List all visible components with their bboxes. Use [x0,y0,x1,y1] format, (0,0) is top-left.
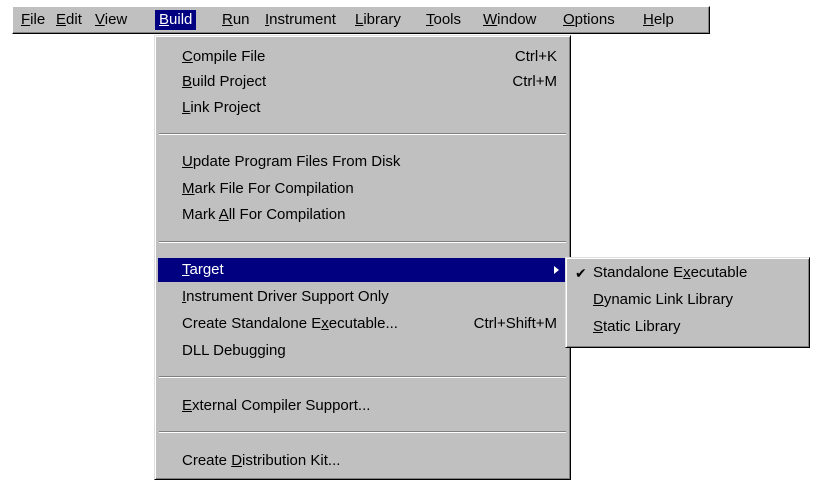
menu-item-build-project-label: Build Project [182,73,267,90]
menu-help-accel: H [643,11,654,28]
menu-instrument-label-rest: nstrument [269,11,336,28]
submenu-arrow-icon [554,266,559,274]
menu-separator [159,376,566,378]
menu-run[interactable]: Run [218,10,254,30]
menu-item-link-project[interactable]: Link Project [158,96,567,120]
submenu-item-dynamic-link-library-label: Dynamic Link Library [593,291,734,308]
menu-view[interactable]: View [91,10,131,30]
target-submenu: ✔ Standalone Executable Dynamic Link Lib… [565,257,810,348]
menu-help-label-rest: elp [653,11,674,28]
menu-item-mark-all-for-compilation-label: Mark All For Compilation [182,206,346,223]
menu-item-instrument-driver-support-only-label: Instrument Driver Support Only [182,288,389,305]
menu-options-label-rest: ptions [574,11,615,28]
menu-help[interactable]: Help [639,10,678,30]
menu-view-label-rest: iew [104,11,128,28]
menu-item-external-compiler-support[interactable]: External Compiler Support... [158,394,567,418]
menu-item-create-distribution-kit[interactable]: Create Distribution Kit... [158,449,567,473]
menu-item-create-standalone-executable-shortcut: Ctrl+Shift+M [473,315,557,332]
menu-item-create-standalone-executable[interactable]: Create Standalone Executable... Ctrl+Shi… [158,312,567,336]
menu-item-dll-debugging-label: DLL Debugging [182,342,286,359]
menu-item-compile-file[interactable]: Compile File Ctrl+K [158,45,567,69]
menu-item-target-label: Target [182,261,224,278]
menu-item-mark-file-for-compilation[interactable]: Mark File For Compilation [158,177,567,201]
menu-file-accel: F [21,11,31,28]
menu-item-instrument-driver-support-only[interactable]: Instrument Driver Support Only [158,285,567,309]
menu-separator [159,241,566,243]
menu-options-accel: O [563,11,575,28]
menu-run-label-rest: un [232,11,250,28]
submenu-item-dynamic-link-library[interactable]: Dynamic Link Library [569,288,806,312]
menu-edit-label-rest: dit [66,11,82,28]
menu-item-update-program-files-label: Update Program Files From Disk [182,153,401,170]
menu-item-update-program-files[interactable]: Update Program Files From Disk [158,150,567,174]
menu-file[interactable]: File [17,10,49,30]
submenu-item-static-library-label: Static Library [593,318,681,335]
submenu-item-standalone-executable[interactable]: ✔ Standalone Executable [569,261,806,285]
menu-bar: File Edit View Build Run Instrument Libr… [12,6,710,34]
menu-item-create-standalone-executable-label: Create Standalone Executable... [182,315,398,332]
menu-separator [159,133,566,135]
menu-window[interactable]: Window [479,10,540,30]
menu-item-external-compiler-support-label: External Compiler Support... [182,397,371,414]
menu-window-label-rest: indow [497,11,537,28]
check-icon: ✔ [575,265,587,281]
menu-item-link-project-label: Link Project [182,99,261,116]
menu-build[interactable]: Build [155,10,197,30]
menu-edit-accel: E [56,11,67,28]
menu-item-target[interactable]: Target [158,258,567,282]
menu-item-create-distribution-kit-label: Create Distribution Kit... [182,452,341,469]
menu-run-accel: R [222,11,233,28]
menu-window-accel: W [483,11,498,28]
menu-item-build-project[interactable]: Build Project Ctrl+M [158,70,567,94]
menu-separator [159,431,566,433]
menu-tools-label-rest: ools [433,11,462,28]
submenu-item-static-library[interactable]: Static Library [569,315,806,339]
menu-library-label-rest: ibrary [363,11,401,28]
menu-item-compile-file-shortcut: Ctrl+K [514,48,557,65]
menu-view-accel: V [95,11,105,28]
menu-library[interactable]: Library [351,10,405,30]
menu-item-compile-file-label: Compile File [182,48,266,65]
menu-instrument[interactable]: Instrument [261,10,340,30]
menu-build-label-rest: uild [169,11,193,28]
submenu-item-standalone-executable-label: Standalone Executable [593,264,748,281]
build-menu: Compile File Ctrl+K Build Project Ctrl+M… [154,35,571,480]
menu-build-accel: B [159,11,170,28]
menu-item-mark-file-for-compilation-label: Mark File For Compilation [182,180,354,197]
menu-item-build-project-shortcut: Ctrl+M [512,73,557,90]
menu-tools[interactable]: Tools [422,10,465,30]
menu-item-dll-debugging[interactable]: DLL Debugging [158,339,567,363]
menu-edit[interactable]: Edit [52,10,86,30]
menu-tools-accel: T [426,11,434,28]
menu-item-mark-all-for-compilation[interactable]: Mark All For Compilation [158,203,567,227]
menu-file-label-rest: ile [30,11,46,28]
menu-options[interactable]: Options [559,10,619,30]
